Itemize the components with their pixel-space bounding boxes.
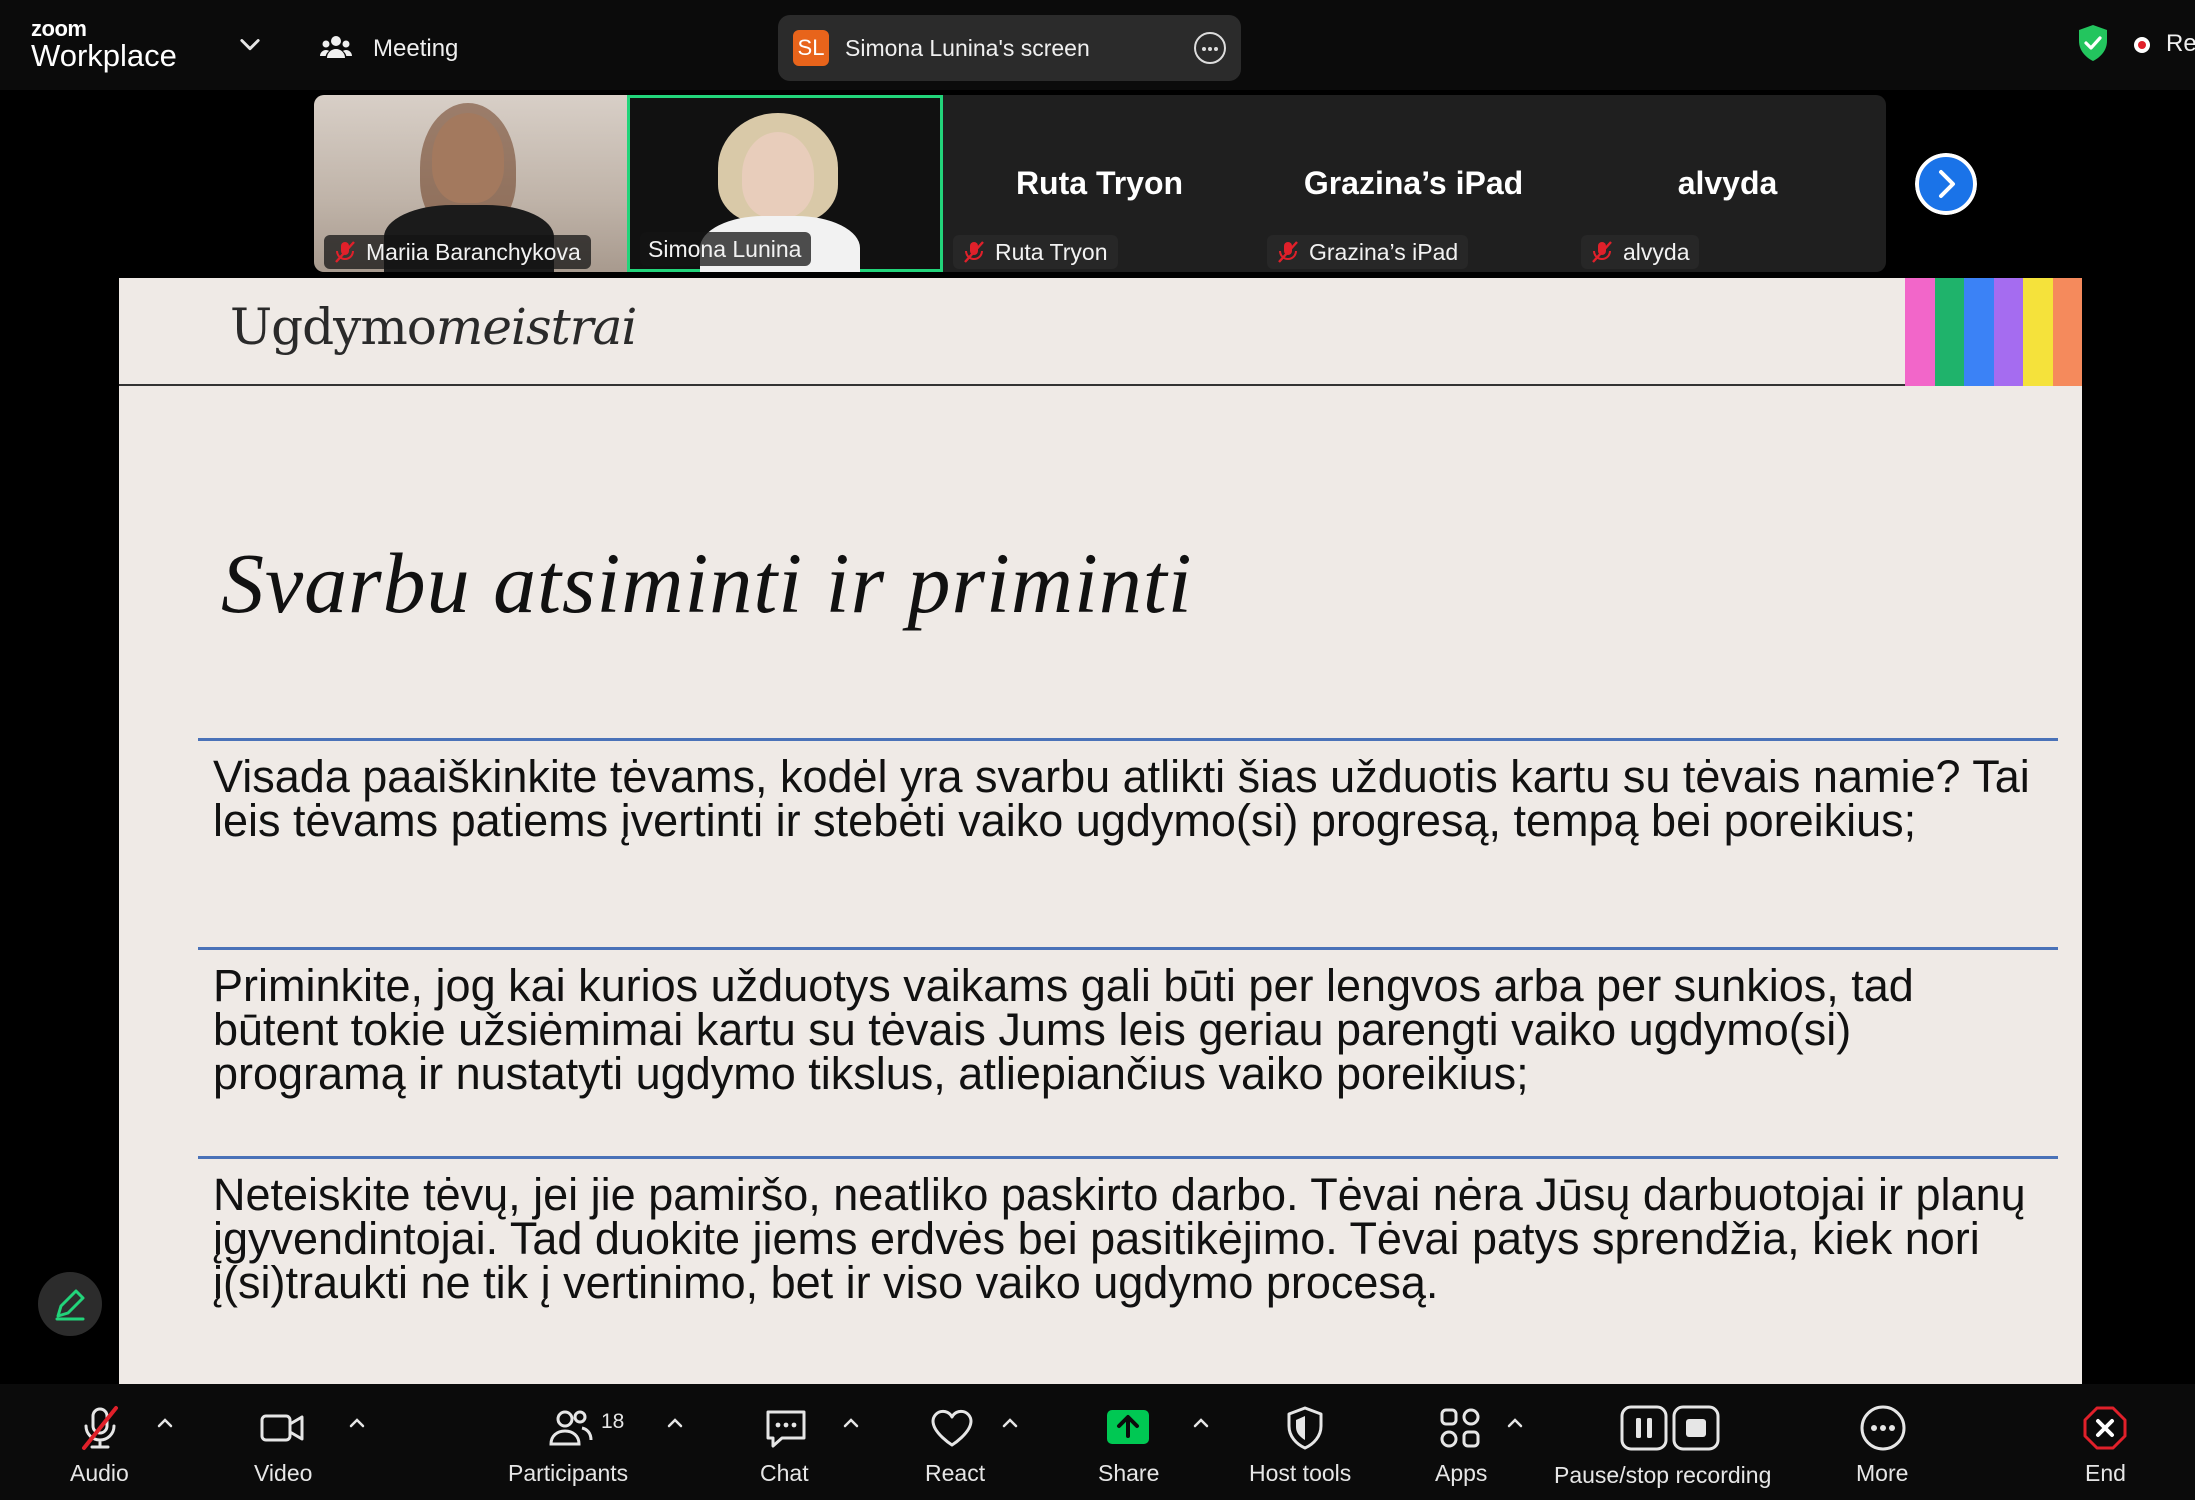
recording-status-label: Recording [2166,30,2195,57]
participant-name-tag: alvyda [1581,235,1700,269]
meeting-controls-toolbar: Audio Video 18 Participants Chat React S… [0,1384,2195,1500]
apps-options-caret-icon[interactable] [1506,1414,1524,1432]
video-tile-ruta[interactable]: Ruta Tryon Ruta Tryon [943,95,1256,272]
more-button[interactable]: More [1845,1384,1925,1500]
encryption-shield-icon[interactable] [2076,24,2110,62]
participant-name-tag: Grazina’s iPad [1267,235,1469,269]
meeting-menu-label[interactable]: Meeting [373,35,458,63]
react-button[interactable]: React [918,1384,1008,1500]
audio-options-caret-icon[interactable] [156,1414,174,1432]
participant-name-tag: Simona Lunina [640,232,812,266]
chat-button[interactable]: Chat [756,1384,836,1500]
mic-muted-icon [1278,241,1298,263]
video-gallery-strip: Mariia Baranchykova Simona Lunina Ruta T… [314,95,1886,272]
sharer-avatar: SL [793,30,829,66]
chat-bubble-icon [766,1410,806,1448]
mic-muted-icon [964,241,984,263]
divider [198,1156,2058,1159]
participant-display-name: alvyda [1677,165,1778,201]
mic-muted-icon [82,1406,118,1450]
mic-muted-icon [1592,241,1612,263]
participant-video [742,132,814,218]
share-options-caret-icon[interactable] [1192,1414,1210,1432]
divider [198,947,2058,950]
more-dots-icon [1860,1405,1906,1451]
pause-stop-recording-button[interactable]: Pause/stop recording [1554,1384,1784,1500]
apps-button[interactable]: Apps [1420,1384,1500,1500]
host-shield-icon [1287,1406,1323,1450]
slide-paragraph-3: Neteiskite tėvų, jei jie pamiršo, neatli… [213,1169,2026,1308]
video-tile-alvyda[interactable]: alvyda alvyda [1571,95,1884,272]
video-tile-simona-active-speaker[interactable]: Simona Lunina [627,95,943,272]
next-page-arrow-icon[interactable] [1915,153,1977,215]
end-x-icon [2083,1406,2127,1450]
slide-paragraph-2: Priminkite, jog kai kurios užduotys vaik… [213,960,1914,1099]
recording-dot-icon [2134,37,2150,53]
annotate-button[interactable] [38,1272,102,1336]
chevron-down-icon[interactable] [236,30,264,58]
divider [198,738,2058,741]
meeting-people-icon[interactable] [318,30,354,66]
participants-options-caret-icon[interactable] [666,1414,684,1432]
slide-brand-logo: Ugdymomeistrai [230,298,637,356]
mic-muted-icon [335,241,355,263]
host-tools-button[interactable]: Host tools [1245,1384,1365,1500]
video-tile-grazina[interactable]: Grazina’s iPad Grazina’s iPad [1257,95,1570,272]
screen-share-indicator[interactable]: SL Simona Lunina's screen [778,15,1241,81]
participant-name-tag: Ruta Tryon [953,235,1118,269]
share-status-text: Simona Lunina's screen [845,35,1090,61]
more-options-icon[interactable] [1194,32,1226,64]
participants-button[interactable]: 18 Participants [505,1384,645,1500]
participant-display-name: Ruta Tryon [1015,165,1184,201]
video-camera-icon [260,1414,304,1442]
shared-screen-slide: Ugdymomeistrai Svarbu atsiminti ir primi… [119,278,2082,1384]
pause-stop-icon [1620,1405,1720,1451]
zoom-logo-workplace: Workplace [31,38,177,73]
apps-grid-icon [1440,1408,1480,1448]
video-tile-mariia[interactable]: Mariia Baranchykova [314,95,627,272]
pencil-icon [55,1289,85,1321]
share-arrow-icon [1107,1410,1149,1444]
participant-name-tag: Mariia Baranchykova [324,235,591,269]
rainbow-stripes [1905,278,2082,386]
audio-button[interactable]: Audio [60,1384,140,1500]
top-bar: zoom Workplace Meeting SL Simona Lunina'… [0,0,2195,90]
video-button[interactable]: Video [248,1384,328,1500]
heart-icon [931,1409,973,1447]
react-options-caret-icon[interactable] [1001,1414,1019,1432]
participant-display-name: Grazina’s iPad [1303,165,1524,201]
slide-header: Ugdymomeistrai [119,278,2082,386]
slide-paragraph-1: Visada paaiškinkite tėvams, kodėl yra sv… [213,751,2030,846]
video-options-caret-icon[interactable] [348,1414,366,1432]
slide-title: Svarbu atsiminti ir priminti [221,535,1193,631]
share-screen-button[interactable]: Share [1088,1384,1168,1500]
chat-options-caret-icon[interactable] [842,1414,860,1432]
participant-count: 18 [601,1410,625,1433]
participants-icon [549,1410,593,1446]
end-meeting-button[interactable]: End [2065,1384,2145,1500]
